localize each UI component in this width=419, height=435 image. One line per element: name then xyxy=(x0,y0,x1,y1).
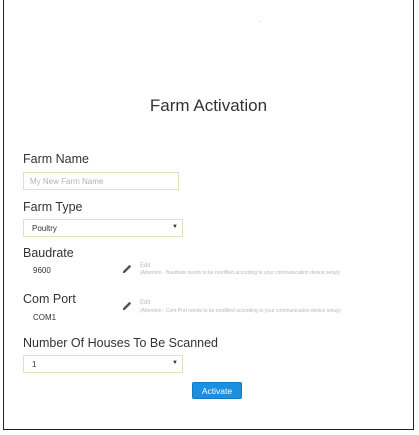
com-port-label: Com Port xyxy=(23,292,76,306)
baudrate-attention-note: (Attention - Baudrate needs to be modifi… xyxy=(140,270,340,276)
baudrate-edit-link[interactable]: Edit xyxy=(140,263,150,269)
farm-name-label: Farm Name xyxy=(23,152,89,166)
farm-type-selected-value: Poultry xyxy=(32,224,57,233)
decorative-dot xyxy=(259,21,260,22)
baudrate-value: 9600 xyxy=(33,266,51,275)
baudrate-label: Baudrate xyxy=(23,246,74,260)
farm-name-input[interactable] xyxy=(23,172,179,190)
com-port-value: COM1 xyxy=(33,313,57,322)
activate-button[interactable]: Activate xyxy=(192,382,242,399)
houses-select[interactable]: 1 ▼ xyxy=(23,355,183,373)
caret-down-icon: ▼ xyxy=(172,360,178,366)
farm-type-label: Farm Type xyxy=(23,200,83,214)
com-port-edit-link[interactable]: Edit xyxy=(140,300,150,306)
farm-type-select[interactable]: Poultry ▼ xyxy=(23,219,183,237)
page-title: Farm Activation xyxy=(149,96,268,115)
pencil-icon[interactable] xyxy=(121,300,133,312)
houses-selected-value: 1 xyxy=(32,360,37,369)
caret-down-icon: ▼ xyxy=(172,224,178,230)
com-port-attention-note: (Attention - Com Port needs to be modifi… xyxy=(140,308,341,314)
houses-label: Number Of Houses To Be Scanned xyxy=(23,336,219,350)
app-window: Farm Activation Farm Name Farm Type Poul… xyxy=(3,0,414,430)
pencil-icon[interactable] xyxy=(121,263,133,275)
